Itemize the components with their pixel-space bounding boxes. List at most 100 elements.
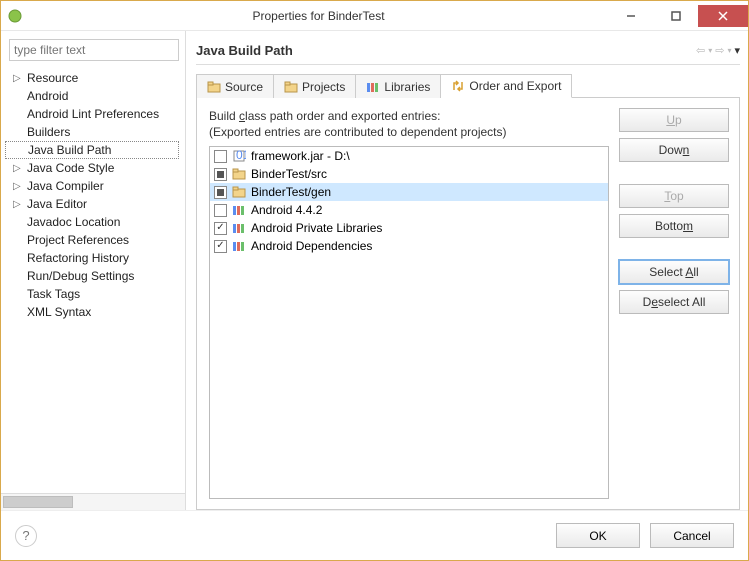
dialog-window: Properties for BinderTest ▷ResourceAndro… [0,0,749,561]
tree-item[interactable]: ▷Java Compiler [5,177,185,195]
svg-text:010: 010 [236,150,246,162]
tab-source[interactable]: Source [196,74,274,98]
tree-item[interactable]: Javadoc Location [5,213,185,231]
app-icon [7,8,23,24]
entry-label: Android Private Libraries [251,221,382,235]
category-tree[interactable]: ▷ResourceAndroidAndroid Lint Preferences… [1,67,185,493]
source-folder-icon [207,80,221,94]
tree-item[interactable]: Task Tags [5,285,185,303]
scrollbar-thumb[interactable] [3,496,73,508]
chevron-down-icon[interactable]: ▾ [727,46,731,55]
tree-item-label: Project References [27,233,129,247]
dialog-body: ▷ResourceAndroidAndroid Lint Preferences… [1,31,748,510]
tree-item[interactable]: Android [5,87,185,105]
desc-line1: Build class path order and exported entr… [209,109,440,123]
select-all-button[interactable]: Select All [619,260,729,284]
maximize-button[interactable] [653,5,698,27]
list-row[interactable]: 010 framework.jar - D:\ [210,147,608,165]
tab-label: Projects [302,80,345,94]
tree-item-label: Java Compiler [27,179,104,193]
horizontal-scrollbar[interactable] [1,493,185,510]
order-column: Build class path order and exported entr… [209,108,609,499]
tree-item[interactable]: Java Build Path [5,141,179,159]
tree-item-label: Resource [27,71,78,85]
top-button[interactable]: Top [619,184,729,208]
entry-label: Android Dependencies [251,239,372,253]
entry-label: framework.jar - D:\ [251,149,350,163]
tree-item-label: Refactoring History [27,251,129,265]
expand-icon: ▷ [13,181,25,192]
order-export-icon [451,79,465,93]
list-row[interactable]: ✓ Android Dependencies [210,237,608,255]
bottom-bar: ? OK Cancel [1,510,748,560]
cancel-button[interactable]: Cancel [650,523,734,548]
expand-icon: ▷ [13,199,25,210]
library-icon [231,203,247,217]
export-checkbox[interactable] [214,150,227,163]
up-button[interactable]: Up [619,108,729,132]
export-checkbox[interactable]: ✓ [214,222,227,235]
filter-input[interactable] [9,39,179,61]
tab-libraries[interactable]: Libraries [356,74,441,98]
help-button[interactable]: ? [15,525,37,547]
export-checkbox[interactable] [214,204,227,217]
tree-item-label: Javadoc Location [27,215,120,229]
list-row[interactable]: BinderTest/src [210,165,608,183]
tab-bar: Source Projects Libraries Order and Expo… [196,73,740,97]
tree-item[interactable]: XML Syntax [5,303,185,321]
tree-item[interactable]: Builders [5,123,185,141]
chevron-down-icon[interactable]: ▾ [708,46,712,55]
tree-item-label: Run/Debug Settings [27,269,134,283]
tab-label: Libraries [384,80,430,94]
projects-folder-icon [284,80,298,94]
category-pane: ▷ResourceAndroidAndroid Lint Preferences… [1,31,186,510]
tree-item-label: Java Build Path [28,143,111,157]
section-title: Java Build Path [196,43,696,58]
titlebar: Properties for BinderTest [1,1,748,31]
nav-arrows: ⇦▾ ⇨▾ ▾ [696,44,740,57]
tree-item-label: Java Editor [27,197,87,211]
tree-item-label: Android Lint Preferences [27,107,159,121]
export-checkbox[interactable] [214,186,227,199]
deselect-all-button[interactable]: Deselect All [619,290,729,314]
libraries-icon [366,80,380,94]
menu-chevron-icon[interactable]: ▾ [734,44,740,57]
list-row[interactable]: ✓ Android Private Libraries [210,219,608,237]
tree-item[interactable]: ▷Resource [5,69,185,87]
tree-item[interactable]: Refactoring History [5,249,185,267]
expand-icon: ▷ [13,163,25,174]
tree-item[interactable]: Run/Debug Settings [5,267,185,285]
tab-order-export[interactable]: Order and Export [441,74,572,98]
tab-label: Source [225,80,263,94]
back-arrow-icon[interactable]: ⇦ [696,44,705,57]
close-button[interactable] [698,5,748,27]
forward-arrow-icon[interactable]: ⇨ [715,44,724,57]
section-header: Java Build Path ⇦▾ ⇨▾ ▾ [196,37,740,65]
tree-item-label: Java Code Style [27,161,114,175]
minimize-button[interactable] [608,5,653,27]
export-checkbox[interactable] [214,168,227,181]
expand-icon: ▷ [13,73,25,84]
tree-item-label: XML Syntax [27,305,91,319]
content-pane: Java Build Path ⇦▾ ⇨▾ ▾ Source Projects [186,31,748,510]
library-icon [231,239,247,253]
down-button[interactable]: Down [619,138,729,162]
library-icon [231,221,247,235]
tree-item[interactable]: Project References [5,231,185,249]
jar-icon: 010 [231,149,247,163]
tab-projects[interactable]: Projects [274,74,356,98]
list-row[interactable]: BinderTest/gen [210,183,608,201]
ok-button[interactable]: OK [556,523,640,548]
tree-item[interactable]: ▷Java Code Style [5,159,185,177]
entry-label: BinderTest/gen [251,185,331,199]
bottom-button[interactable]: Bottom [619,214,729,238]
cancel-label: Cancel [673,529,710,543]
list-row[interactable]: Android 4.4.2 [210,201,608,219]
tree-item[interactable]: ▷Java Editor [5,195,185,213]
order-list[interactable]: 010 framework.jar - D:\ BinderTest/src Bind… [209,146,609,499]
export-checkbox[interactable]: ✓ [214,240,227,253]
description: Build class path order and exported entr… [209,108,609,140]
window-title: Properties for BinderTest [29,9,608,23]
tree-item[interactable]: Android Lint Preferences [5,105,185,123]
entry-label: Android 4.4.2 [251,203,322,217]
